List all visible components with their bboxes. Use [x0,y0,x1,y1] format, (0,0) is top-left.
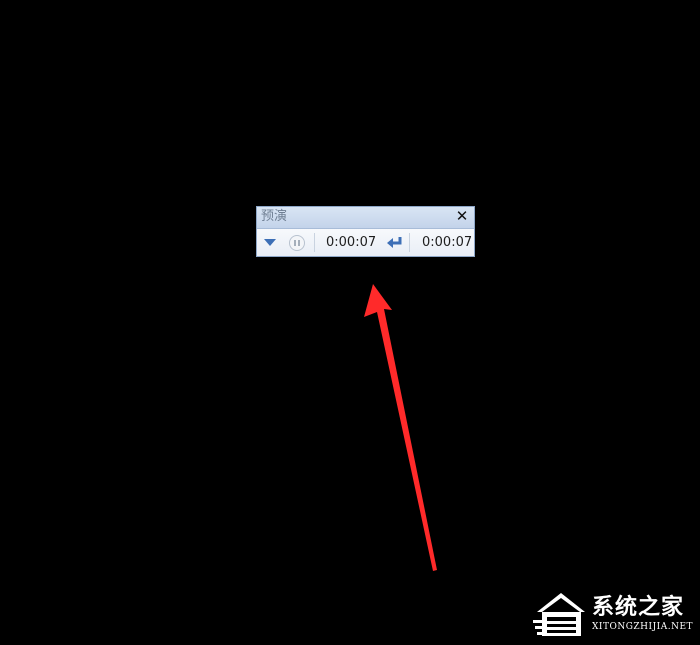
house-logo-icon [533,593,585,636]
watermark-site-name: 系统之家 [592,595,685,620]
site-watermark: 系统之家 XITONGZHIJIA.NET [533,590,695,640]
annotation-arrow [364,284,437,571]
watermark-site-url: XITONGZHIJIA.NET [592,622,694,632]
